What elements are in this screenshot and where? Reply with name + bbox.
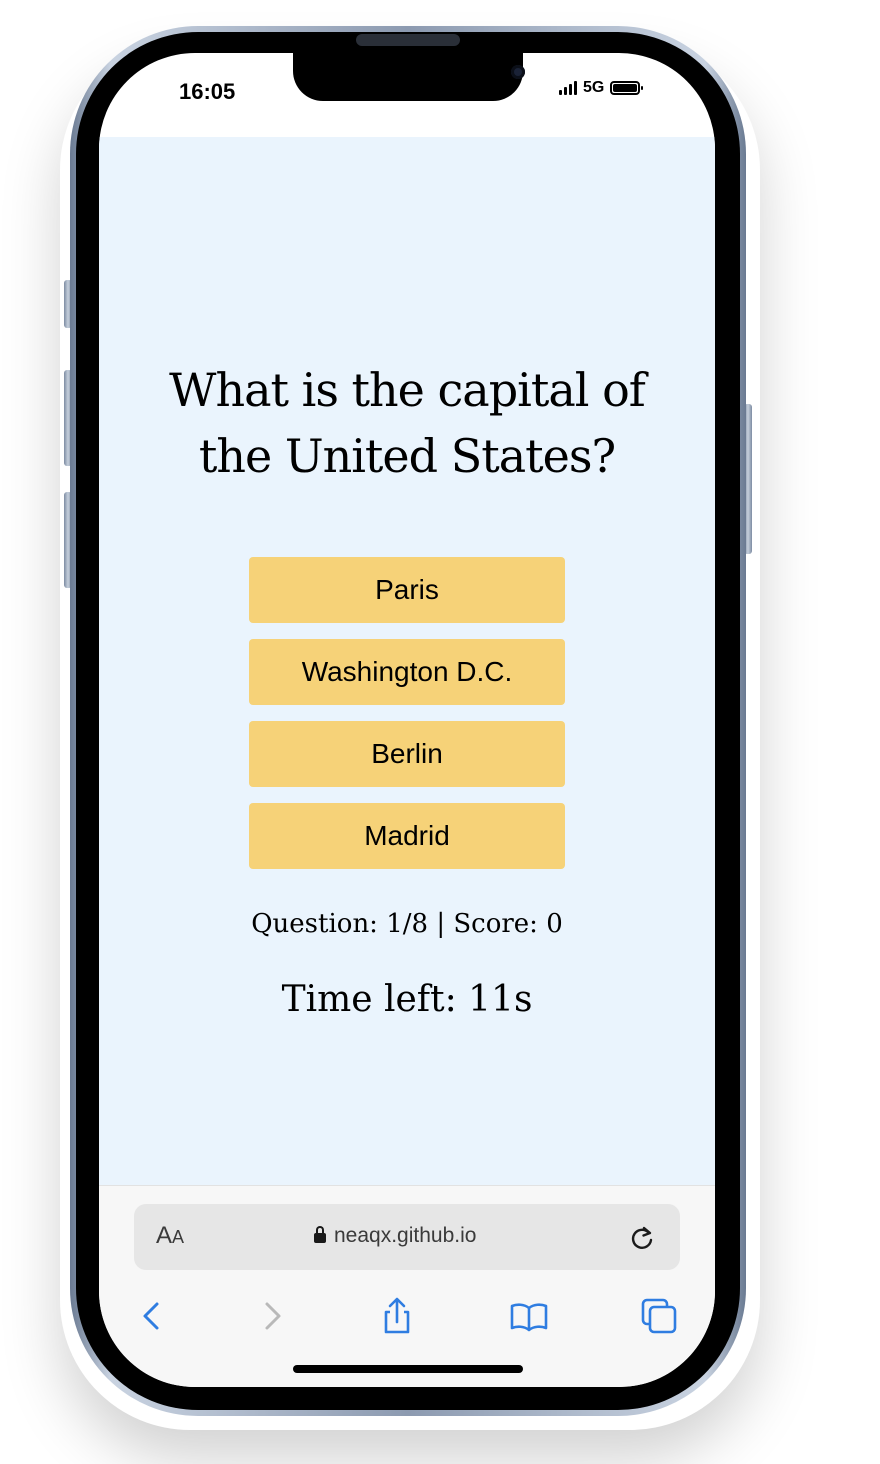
text-size-label-small: A <box>172 1227 185 1247</box>
bookmarks-icon[interactable] <box>509 1296 549 1336</box>
tabs-icon[interactable] <box>639 1296 679 1336</box>
status-indicators: 5G <box>559 79 644 97</box>
reload-icon[interactable] <box>628 1224 656 1252</box>
lock-icon <box>314 1226 326 1243</box>
browser-toolbar: AA neaqx.github.io <box>99 1185 715 1387</box>
phone-screen: 16:05 5G What is the capital of the Unit… <box>99 53 715 1387</box>
device-mockup: 16:05 5G What is the capital of the Unit… <box>0 0 880 1464</box>
status-time: 16:05 <box>179 79 236 104</box>
quiz-page: What is the capital of the United States… <box>99 137 715 1185</box>
timer-text: Time left: 11s <box>281 979 533 1020</box>
share-icon[interactable] <box>377 1296 417 1336</box>
answer-button-washington[interactable]: Washington D.C. <box>249 639 565 705</box>
answer-list: Paris Washington D.C. Berlin Madrid <box>249 557 565 885</box>
home-indicator[interactable] <box>293 1365 523 1373</box>
address-bar[interactable]: AA neaqx.github.io <box>134 1204 680 1270</box>
camera-icon <box>511 65 525 79</box>
network-label: 5G <box>583 79 605 96</box>
text-size-label-big: A <box>156 1222 173 1249</box>
back-icon[interactable] <box>133 1296 173 1336</box>
progress-text: Question: 1/8 | Score: 0 <box>251 909 563 939</box>
battery-icon <box>610 81 644 95</box>
forward-icon[interactable] <box>251 1296 291 1336</box>
signal-icon <box>559 81 577 95</box>
url-text: neaqx.github.io <box>334 1224 477 1247</box>
answer-button-madrid[interactable]: Madrid <box>249 803 565 869</box>
text-size-button[interactable]: AA <box>156 1222 184 1250</box>
answer-button-berlin[interactable]: Berlin <box>249 721 565 787</box>
speaker-grille <box>356 34 460 46</box>
answer-button-paris[interactable]: Paris <box>249 557 565 623</box>
question-text: What is the capital of the United States… <box>169 363 646 483</box>
url-display[interactable]: neaqx.github.io <box>314 1224 476 1248</box>
notch <box>293 53 525 101</box>
